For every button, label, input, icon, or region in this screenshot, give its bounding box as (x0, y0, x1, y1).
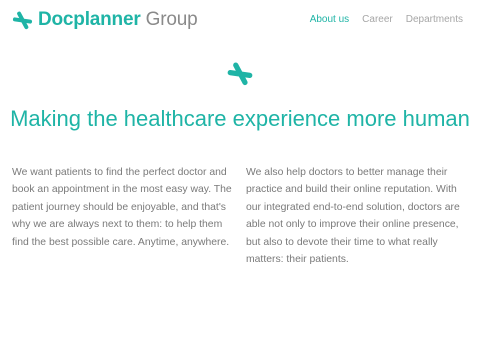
site-header: Docplanner Group About us Career Departm… (0, 0, 480, 40)
docplanner-asterisk-icon (227, 62, 253, 86)
logo-group: Group (145, 9, 198, 30)
logo-link[interactable]: Docplanner Group (12, 9, 198, 31)
logo-brand: Docplanner (38, 9, 141, 30)
docplanner-asterisk-icon (12, 11, 33, 29)
patients-paragraph: We want patients to find the perfect doc… (12, 167, 232, 248)
nav-departments[interactable]: Departments (406, 13, 463, 27)
main-nav: About us Career Departments (310, 13, 463, 27)
nav-career[interactable]: Career (362, 13, 393, 27)
page: Docplanner Group About us Career Departm… (0, 0, 480, 360)
logo-wordmark: Docplanner Group (38, 9, 198, 31)
nav-about-us[interactable]: About us (310, 13, 349, 27)
doctors-paragraph: We also help doctors to better manage th… (246, 167, 460, 266)
hero-title: Making the healthcare experience more hu… (10, 106, 470, 131)
